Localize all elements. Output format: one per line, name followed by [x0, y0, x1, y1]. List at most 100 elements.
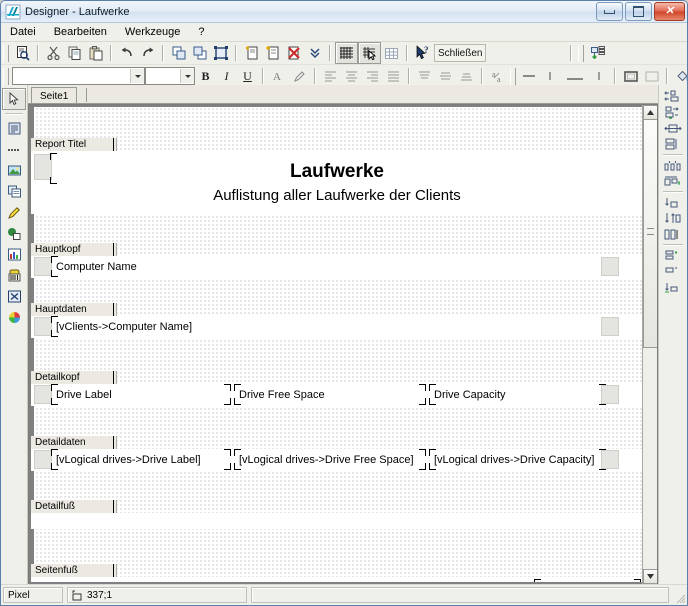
band-resize-tick[interactable] — [113, 371, 114, 384]
line-thin-icon[interactable] — [540, 66, 561, 86]
close-button[interactable]: Schließen — [434, 44, 486, 62]
band-detailkopf-label[interactable]: Detailkopf — [31, 371, 117, 384]
align-center-icon[interactable] — [341, 66, 362, 86]
band-hauptdaten-body[interactable]: [vClients->Computer Name] — [31, 316, 643, 338]
paste-icon[interactable] — [85, 43, 106, 63]
report-designer-surface[interactable]: Report Titel Laufwerke Auflistung aller … — [28, 104, 658, 585]
format-toolbar-grip-2[interactable] — [510, 67, 516, 85]
menu-werkzeuge[interactable]: Werkzeuge — [116, 25, 189, 39]
scroll-down-button[interactable] — [643, 569, 657, 584]
band-selection-block[interactable] — [34, 450, 52, 469]
toolbar-grip[interactable] — [3, 44, 9, 62]
band-hauptdaten-label[interactable]: Hauptdaten — [31, 303, 117, 316]
tool-color-palette[interactable] — [3, 307, 25, 327]
scrollbar-thumb[interactable] — [643, 119, 657, 348]
tool-text[interactable] — [3, 118, 25, 138]
field-vlogical-drive-capacity[interactable]: [vLogical drives->Drive Capacity] — [431, 450, 601, 469]
band-hauptkopf-body[interactable]: Computer Name — [31, 256, 643, 278]
tool-rtf[interactable] — [3, 181, 25, 201]
band-hauptkopf-label[interactable]: Hauptkopf — [31, 243, 117, 256]
tool-shape[interactable] — [3, 223, 25, 243]
field-page-number[interactable]: [Page#] — [323, 580, 383, 582]
band-detailfuss-label[interactable]: Detailfuß — [31, 500, 117, 513]
font-name-combo[interactable] — [12, 67, 145, 85]
close-window-button[interactable]: ✕ — [654, 2, 685, 21]
help-cursor-icon[interactable]: ? — [412, 43, 433, 63]
new-page-icon[interactable] — [241, 43, 262, 63]
band-selection-block[interactable] — [34, 317, 52, 336]
align-left-edges-icon[interactable] — [661, 89, 685, 104]
space-vertically-icon[interactable] — [661, 248, 685, 263]
band-detaildaten-label[interactable]: Detaildaten — [31, 436, 117, 449]
snap-to-grid-icon[interactable] — [358, 42, 381, 64]
insert-page-icon[interactable] — [262, 43, 283, 63]
valign-middle-icon[interactable] — [435, 66, 456, 86]
size-to-fit-icon[interactable] — [661, 280, 685, 295]
report-page[interactable]: Report Titel Laufwerke Auflistung aller … — [31, 107, 643, 582]
make-same-height-icon[interactable] — [661, 227, 685, 242]
valign-bottom-icon[interactable] — [456, 66, 477, 86]
report-page-viewport[interactable]: Report Titel Laufwerke Auflistung aller … — [31, 107, 643, 582]
band-resize-tick[interactable] — [113, 138, 114, 151]
field-vclients-computer-name[interactable]: [vClients->Computer Name] — [53, 317, 601, 336]
band-resize-tick[interactable] — [113, 500, 114, 513]
tool-crosstab[interactable] — [3, 286, 25, 306]
tab-seite1[interactable]: Seite1 — [31, 87, 78, 104]
tool-barcode[interactable] — [3, 265, 25, 285]
band-seitenfuss-label[interactable]: Seitenfuß — [31, 564, 117, 577]
align-top-edges-icon[interactable] — [661, 174, 685, 189]
field-date[interactable]: [Date] — [589, 580, 639, 582]
band-resize-tick[interactable] — [113, 436, 114, 449]
maximize-button[interactable] — [625, 2, 652, 21]
status-unit-panel[interactable]: Pixel — [3, 587, 63, 603]
page-list-icon[interactable] — [304, 43, 325, 63]
center-in-band-icon[interactable] — [661, 264, 685, 279]
align-horizontal-center-icon[interactable] — [661, 121, 685, 136]
band-report-titel-body[interactable]: Laufwerke Auflistung aller Laufwerke der… — [31, 151, 643, 214]
band-selection-block-right[interactable] — [601, 317, 619, 336]
send-to-back-icon[interactable] — [189, 43, 210, 63]
field-vlogical-drive-label[interactable]: [vLogical drives->Drive Label] — [53, 450, 226, 469]
font-color-icon[interactable]: A — [268, 66, 289, 86]
minimize-button[interactable] — [596, 2, 623, 21]
fill-color-icon[interactable] — [672, 66, 687, 86]
delete-page-icon[interactable] — [283, 43, 304, 63]
align-left-icon[interactable] — [320, 66, 341, 86]
field-computer-name-label[interactable]: Computer Name — [53, 257, 601, 276]
align-right-icon[interactable] — [362, 66, 383, 86]
band-resize-tick[interactable] — [113, 564, 114, 577]
field-drive-label-header[interactable]: Drive Label — [53, 385, 226, 404]
format-toolbar-grip[interactable] — [3, 67, 9, 85]
band-resize-tick[interactable] — [113, 243, 114, 256]
field-drive-free-space-header[interactable]: Drive Free Space — [236, 385, 421, 404]
highlight-color-icon[interactable] — [289, 66, 310, 86]
bring-to-front-icon[interactable] — [168, 43, 189, 63]
band-detailfuss-body[interactable] — [31, 513, 643, 529]
database-structure-icon[interactable] — [587, 43, 608, 63]
menu-datei[interactable]: Datei — [1, 25, 45, 39]
field-drive-capacity-header[interactable]: Drive Capacity — [431, 385, 601, 404]
toolbar-grip-2[interactable] — [578, 44, 584, 62]
undo-icon[interactable] — [116, 43, 137, 63]
band-seitenfuss-body[interactable]: [Page#] [Date] — [31, 577, 643, 582]
align-bottom-edges-icon[interactable] — [661, 195, 685, 210]
report-subtitle-text[interactable]: Auflistung aller Laufwerke der Clients — [31, 187, 643, 204]
line-vertical-icon[interactable] — [589, 66, 610, 86]
scroll-up-button[interactable] — [643, 105, 657, 120]
line-thick-icon[interactable] — [561, 66, 589, 86]
field-vlogical-drive-free-space[interactable]: [vLogical drives->Drive Free Space] — [236, 450, 421, 469]
band-resize-tick[interactable] — [113, 303, 114, 316]
menu-bearbeiten[interactable]: Bearbeiten — [45, 25, 116, 39]
table-icon[interactable] — [381, 43, 402, 63]
band-selection-block-right[interactable] — [601, 257, 619, 276]
band-selection-block-right[interactable] — [601, 385, 619, 404]
align-vertical-center-icon[interactable] — [661, 211, 685, 226]
grid-icon[interactable] — [335, 42, 358, 64]
bold-button[interactable]: B — [195, 66, 216, 86]
band-report-titel-label[interactable]: Report Titel — [31, 138, 117, 151]
redo-icon[interactable] — [137, 43, 158, 63]
align-right-edges-icon[interactable] — [661, 105, 685, 120]
underline-button[interactable]: U — [237, 66, 258, 86]
menu-hilfe[interactable]: ? — [189, 25, 213, 39]
space-horizontally-icon[interactable] — [661, 158, 685, 173]
